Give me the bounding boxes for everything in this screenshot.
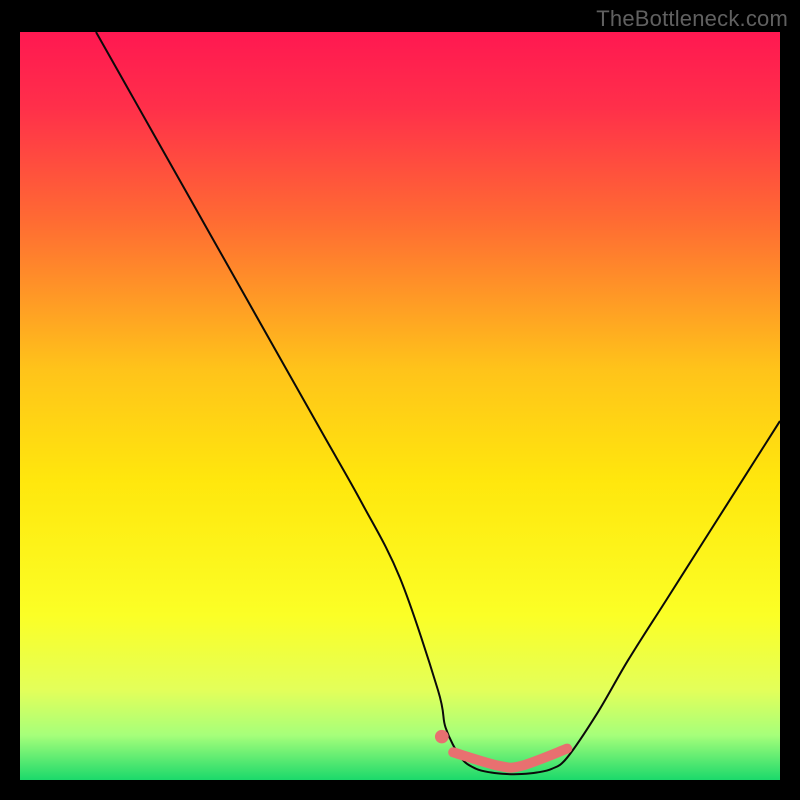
- chart-stage: TheBottleneck.com: [0, 0, 800, 800]
- start-marker-dot: [435, 730, 449, 743]
- watermark-text: TheBottleneck.com: [596, 6, 788, 32]
- bottleneck-curve: [96, 32, 780, 774]
- plot-area: [20, 32, 780, 780]
- curve-layer: [20, 32, 780, 780]
